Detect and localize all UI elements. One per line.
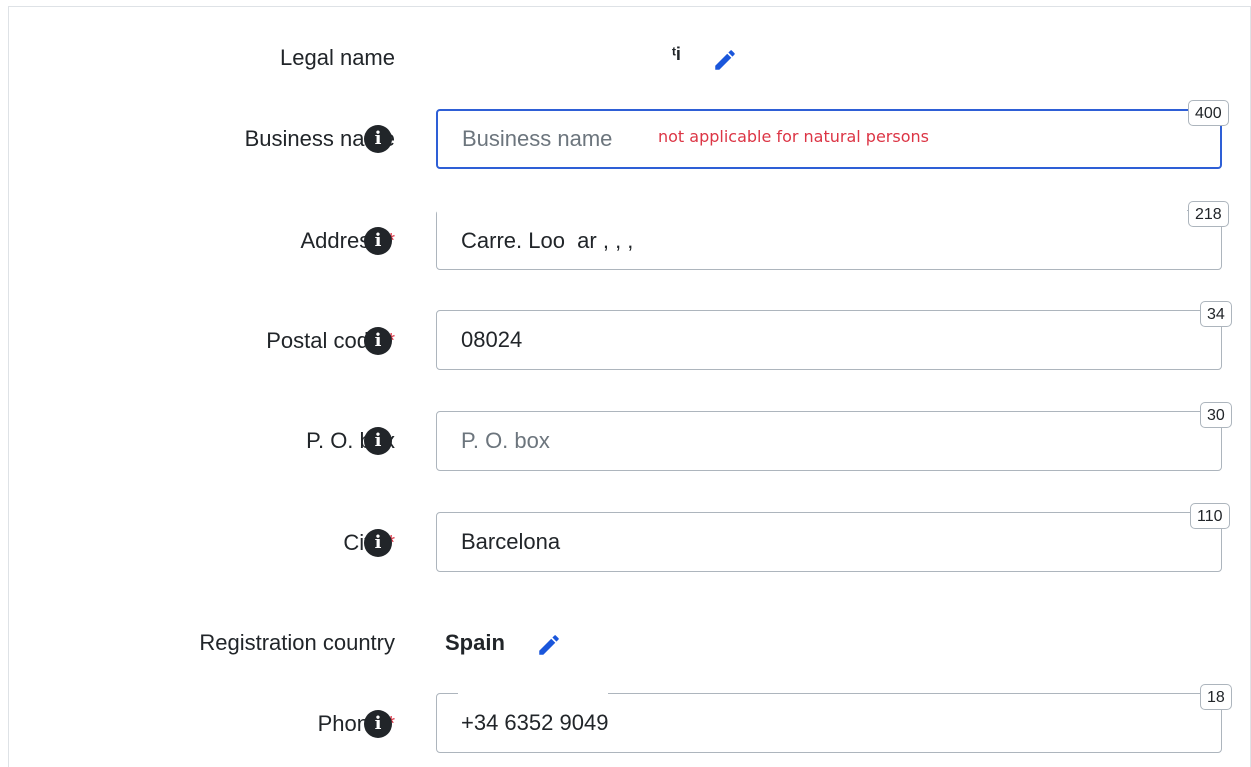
business-name-info-icon[interactable]: i [364,125,392,153]
address-counter: 218 [1188,201,1229,227]
po-box-field[interactable] [436,411,1222,471]
registration-country-value: Spain [445,630,505,655]
postal-code-counter: 34 [1200,301,1232,327]
city-info-icon[interactable]: i [364,529,392,557]
business-name-field[interactable]: not applicable for natural persons [436,109,1222,169]
phone-input[interactable] [461,694,1061,752]
city-counter: 110 [1190,503,1230,529]
phone-field[interactable] [436,693,1222,753]
legal-name-label: Legal name [280,45,395,70]
postal-code-info-icon[interactable]: i [364,327,392,355]
business-name-note: not applicable for natural persons [658,127,929,146]
business-name-counter: 400 [1188,100,1229,126]
address-input[interactable] [461,219,1061,263]
edit-legal-name-pencil-icon[interactable] [712,47,738,73]
po-box-input[interactable] [461,412,1061,470]
city-input[interactable] [461,513,1061,571]
registration-country-label: Registration country [199,630,395,655]
edit-registration-country-pencil-icon[interactable] [536,632,562,658]
phone-info-icon[interactable]: i [364,710,392,738]
phone-counter: 18 [1200,684,1232,710]
city-field[interactable] [436,512,1222,572]
redaction-mask [458,686,608,696]
address-info-icon[interactable]: i [364,227,392,255]
address-field[interactable] [436,210,1222,270]
po-box-info-icon[interactable]: i [364,427,392,455]
redaction-mask [437,204,1187,214]
po-box-counter: 30 [1200,402,1232,428]
postal-code-input[interactable] [461,311,1061,369]
postal-code-field[interactable] [436,310,1222,370]
legal-name-value: ᵗi [672,44,681,64]
